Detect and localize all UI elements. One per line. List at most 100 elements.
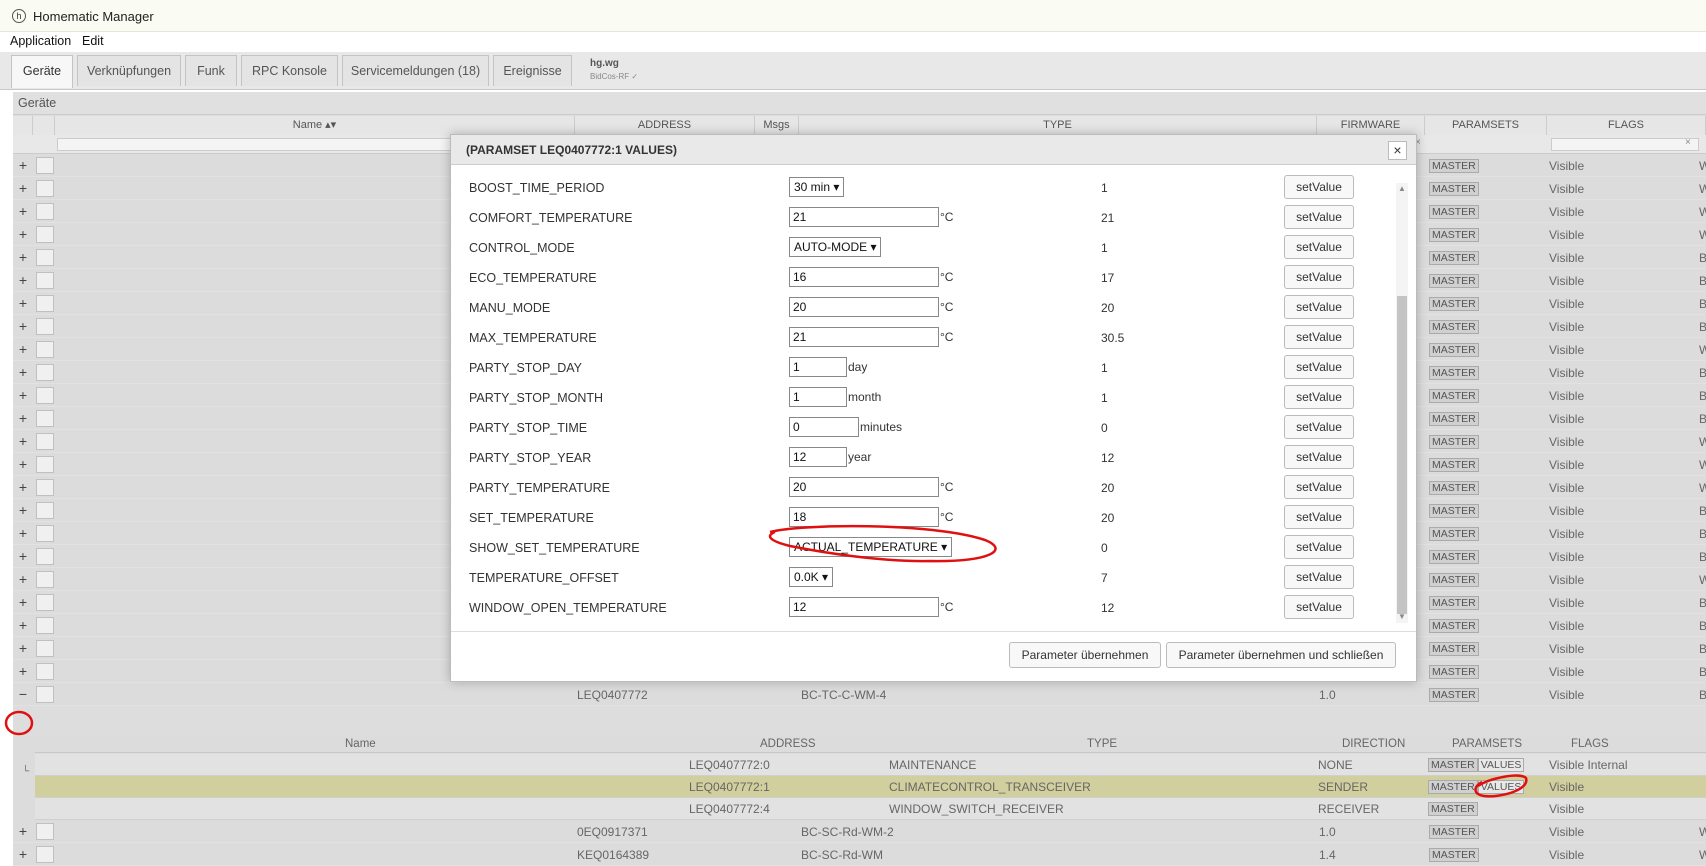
- param-input[interactable]: [789, 597, 939, 617]
- row-checkbox[interactable]: [36, 180, 54, 197]
- param-input[interactable]: [789, 357, 847, 377]
- expand-icon[interactable]: −: [17, 687, 29, 701]
- master-button[interactable]: MASTER: [1429, 527, 1479, 541]
- row-checkbox[interactable]: [36, 502, 54, 519]
- param-input[interactable]: [789, 267, 939, 287]
- row-checkbox[interactable]: [36, 433, 54, 450]
- master-button[interactable]: MASTER: [1429, 596, 1479, 610]
- master-button[interactable]: MASTER: [1429, 573, 1479, 587]
- master-button[interactable]: MASTER: [1429, 205, 1479, 219]
- param-input[interactable]: [789, 417, 859, 437]
- expand-icon[interactable]: +: [17, 250, 29, 264]
- row-checkbox[interactable]: [36, 387, 54, 404]
- expand-icon[interactable]: +: [17, 572, 29, 586]
- row-checkbox[interactable]: [36, 249, 54, 266]
- expand-icon[interactable]: +: [17, 342, 29, 356]
- expand-icon[interactable]: +: [17, 296, 29, 310]
- row-checkbox[interactable]: [36, 364, 54, 381]
- apply-close-button[interactable]: Parameter übernehmen und schließen: [1166, 642, 1396, 668]
- values-button[interactable]: VALUES: [1477, 780, 1525, 794]
- expand-icon[interactable]: +: [17, 319, 29, 333]
- row-checkbox[interactable]: [36, 640, 54, 657]
- menu-application[interactable]: Application: [10, 34, 71, 48]
- row-checkbox[interactable]: [36, 295, 54, 312]
- param-input[interactable]: [789, 447, 847, 467]
- param-select[interactable]: AUTO-MODE ▾: [789, 237, 882, 257]
- param-input[interactable]: [789, 207, 939, 227]
- expand-icon[interactable]: +: [17, 480, 29, 494]
- values-button[interactable]: VALUES: [1477, 758, 1525, 772]
- expand-icon[interactable]: +: [17, 227, 29, 241]
- master-button[interactable]: MASTER: [1429, 619, 1479, 633]
- col-msgs[interactable]: Msgs: [755, 116, 799, 135]
- row-checkbox[interactable]: [36, 548, 54, 565]
- master-button[interactable]: MASTER: [1429, 182, 1479, 196]
- param-select[interactable]: 30 min ▾: [789, 177, 845, 197]
- row-checkbox[interactable]: [36, 272, 54, 289]
- expand-icon[interactable]: +: [17, 503, 29, 517]
- expand-icon[interactable]: +: [17, 388, 29, 402]
- col-name[interactable]: Name ▴▾: [55, 116, 575, 135]
- set-value-button[interactable]: setValue: [1284, 205, 1354, 229]
- param-input[interactable]: [789, 297, 939, 317]
- master-button[interactable]: MASTER: [1428, 802, 1478, 816]
- flags-filter-input[interactable]: [1551, 138, 1699, 151]
- col-type[interactable]: TYPE: [799, 116, 1317, 135]
- master-button[interactable]: MASTER: [1429, 274, 1479, 288]
- param-select[interactable]: ACTUAL_TEMPERATURE ▾: [789, 537, 953, 557]
- row-checkbox[interactable]: [36, 341, 54, 358]
- master-button[interactable]: MASTER: [1429, 848, 1479, 862]
- expand-icon[interactable]: +: [17, 457, 29, 471]
- master-button[interactable]: MASTER: [1429, 297, 1479, 311]
- close-icon[interactable]: ×: [1388, 141, 1407, 160]
- row-checkbox[interactable]: [36, 823, 54, 840]
- expand-icon[interactable]: +: [17, 181, 29, 195]
- master-button[interactable]: MASTER: [1428, 758, 1478, 772]
- expand-icon[interactable]: +: [17, 273, 29, 287]
- row-checkbox[interactable]: [36, 157, 54, 174]
- row-checkbox[interactable]: [36, 617, 54, 634]
- expand-icon[interactable]: +: [17, 824, 29, 838]
- menu-edit[interactable]: Edit: [82, 34, 104, 48]
- table-row[interactable]: + KEQ0164389 BC-SC-Rd-WM 1.4 MASTER Visible W: [13, 843, 1706, 866]
- tab-verknuepfungen[interactable]: Verknüpfungen: [77, 55, 181, 86]
- table-row[interactable]: − LEQ0407772 BC-TC-C-WM-4 1.0 MASTER Visible B: [13, 683, 1706, 706]
- master-button[interactable]: MASTER: [1429, 159, 1479, 173]
- master-button[interactable]: MASTER: [1429, 504, 1479, 518]
- set-value-button[interactable]: setValue: [1284, 595, 1354, 619]
- tab-servicemeldungen[interactable]: Servicemeldungen (18): [342, 55, 489, 86]
- row-checkbox[interactable]: [36, 226, 54, 243]
- master-button[interactable]: MASTER: [1429, 435, 1479, 449]
- expand-icon[interactable]: +: [17, 158, 29, 172]
- expand-icon[interactable]: +: [17, 365, 29, 379]
- name-filter-input[interactable]: [57, 138, 457, 151]
- channel-row[interactable]: LEQ0407772:1 CLIMATECONTROL_TRANSCEIVER SE…: [35, 776, 1706, 798]
- master-button[interactable]: MASTER: [1429, 665, 1479, 679]
- scroll-thumb[interactable]: [1397, 296, 1407, 614]
- clear-flags-filter-icon[interactable]: ×: [1685, 137, 1691, 148]
- set-value-button[interactable]: setValue: [1284, 385, 1354, 409]
- set-value-button[interactable]: setValue: [1284, 565, 1354, 589]
- dialog-scrollbar[interactable]: ▲ ▼: [1396, 183, 1408, 623]
- master-button[interactable]: MASTER: [1429, 366, 1479, 380]
- expand-icon[interactable]: +: [17, 204, 29, 218]
- set-value-button[interactable]: setValue: [1284, 235, 1354, 259]
- row-checkbox[interactable]: [36, 686, 54, 703]
- row-checkbox[interactable]: [36, 663, 54, 680]
- expand-icon[interactable]: +: [17, 411, 29, 425]
- set-value-button[interactable]: setValue: [1284, 445, 1354, 469]
- row-checkbox[interactable]: [36, 594, 54, 611]
- expand-icon[interactable]: +: [17, 847, 29, 861]
- tab-funk[interactable]: Funk: [185, 55, 237, 86]
- row-checkbox[interactable]: [36, 846, 54, 863]
- expand-icon[interactable]: +: [17, 641, 29, 655]
- master-button[interactable]: MASTER: [1429, 688, 1479, 702]
- row-checkbox[interactable]: [36, 525, 54, 542]
- master-button[interactable]: MASTER: [1429, 251, 1479, 265]
- master-button[interactable]: MASTER: [1429, 412, 1479, 426]
- scroll-up-icon[interactable]: ▲: [1396, 183, 1408, 195]
- master-button[interactable]: MASTER: [1429, 825, 1479, 839]
- master-button[interactable]: MASTER: [1429, 481, 1479, 495]
- col-firmware[interactable]: FIRMWARE: [1317, 116, 1425, 135]
- set-value-button[interactable]: setValue: [1284, 535, 1354, 559]
